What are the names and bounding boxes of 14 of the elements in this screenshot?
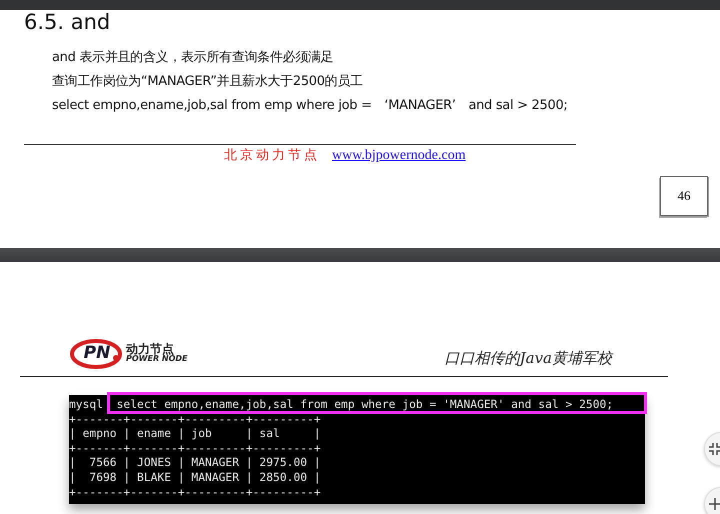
fit-page-icon [709,443,720,455]
logo-name: 动力节点 [126,343,174,355]
paragraph-text: and 表示并且的含义，表示所有查询条件必须满足 [52,49,334,67]
paragraph-text: 查询工作岗位为“MANAGER”并且薪水大于2500的员工 [52,73,364,91]
logo-mark: PN [70,336,124,370]
section-heading: 6.5. and [23,10,110,34]
page-number: 46 [660,176,708,216]
plus-icon [709,498,720,510]
website-link[interactable]: www.bjpowernode.com [332,148,466,164]
paragraph-text: select empno,ename,job,sal from emp where job = ‘MANAGER’ and sal > 2500; [52,97,569,115]
footer-company-text: 北京动力节点 [224,147,320,164]
logo-subtitle: POWER NODE [126,355,188,363]
slogan-text: 口口相传的Java黄埔军校 [444,349,612,368]
terminal-screenshot: mysql select empno,ename,job,sal from emp where job = 'MANAGER' and sal > 2500; +-------+-------+---------+---------+ | empno | ename | job | sal | +-------+-------+---------+---------+ | 7566 | JONES | MANAGER | 2975.00 | | 7698 | BLAKE | MANAGER | 2850.00 | +-------+-------+---------+---------+ [69,395,645,504]
